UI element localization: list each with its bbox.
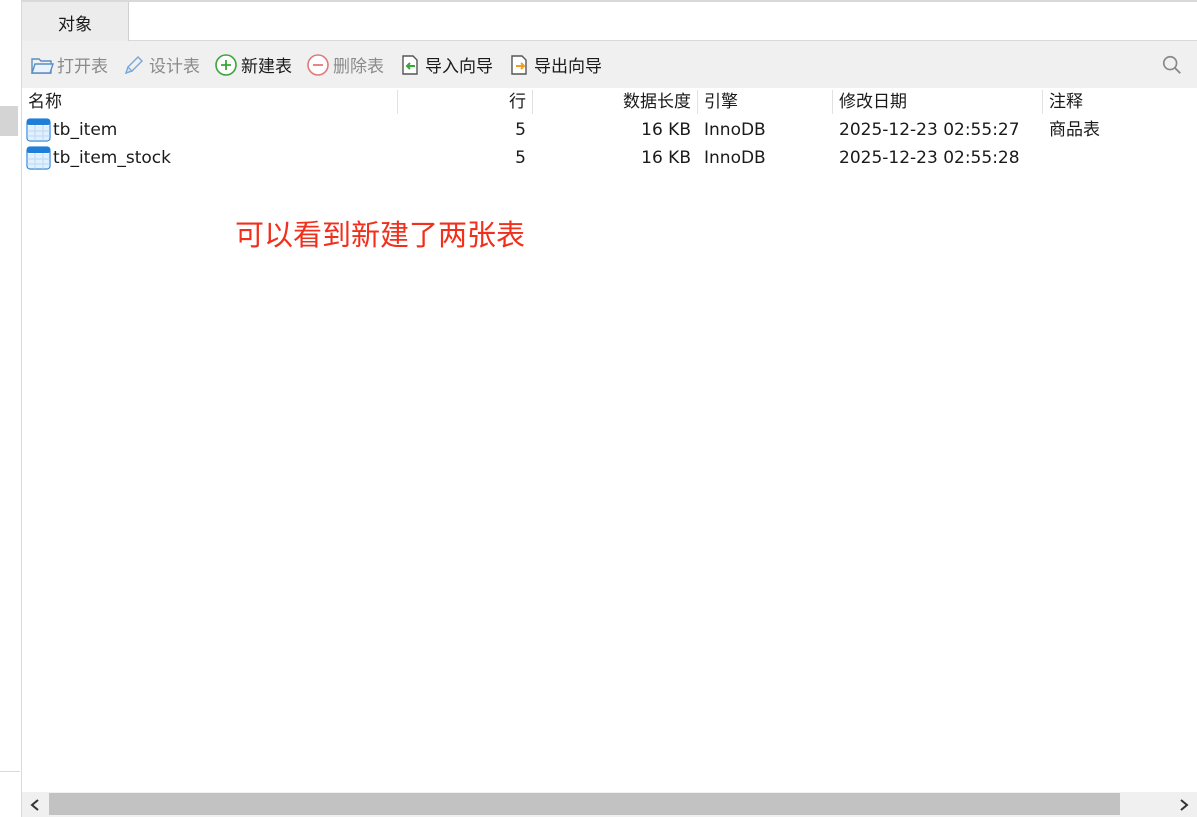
open-table-label: 打开表 xyxy=(57,57,108,77)
pencil-icon xyxy=(124,55,143,74)
table-comment xyxy=(1049,144,1189,172)
table-data-length: 16 KB xyxy=(641,120,691,140)
table-name: tb_item_stock xyxy=(53,148,171,168)
table-row[interactable]: tb_item 5 16 KB InnoDB 2025-12-23 02:55:… xyxy=(22,116,1197,144)
table-modified-date: 2025-12-23 02:55:28 xyxy=(839,148,1020,168)
table-engine: InnoDB xyxy=(704,148,766,168)
scroll-left-button[interactable] xyxy=(22,792,48,817)
search-icon[interactable] xyxy=(1161,54,1183,76)
plus-circle-icon xyxy=(215,53,237,76)
annotation-text: 可以看到新建了两张表 xyxy=(235,218,526,252)
table-data-length: 16 KB xyxy=(641,148,691,168)
table-icon xyxy=(26,146,51,170)
table-row[interactable]: tb_item_stock 5 16 KB InnoDB 2025-12-23 … xyxy=(22,144,1197,172)
minus-circle-icon xyxy=(307,53,329,76)
table-comment: 商品表 xyxy=(1049,120,1100,140)
folder-icon xyxy=(31,57,54,74)
toolbar: 打开表 设计表 新建表 删除表 导入向导 导出向导 xyxy=(22,41,1197,88)
new-table-label: 新建表 xyxy=(241,57,292,77)
table-header: 名称 行 数据长度 引擎 修改日期 注释 xyxy=(22,88,1197,116)
column-header-comment[interactable]: 注释 xyxy=(1049,88,1189,116)
column-header-modified-date[interactable]: 修改日期 xyxy=(839,88,1044,116)
design-table-button[interactable]: 设计表 xyxy=(122,50,200,80)
column-header-name[interactable]: 名称 xyxy=(28,88,398,116)
import-wizard-label: 导入向导 xyxy=(425,57,493,77)
table-row-count: 5 xyxy=(515,148,526,168)
open-table-button[interactable]: 打开表 xyxy=(30,50,108,80)
horizontal-scrollbar[interactable] xyxy=(22,792,1197,817)
tab-objects[interactable]: 对象 xyxy=(22,2,129,42)
export-wizard-button[interactable]: 导出向导 xyxy=(507,50,602,80)
chevron-right-icon xyxy=(1180,798,1189,811)
scrollbar-thumb[interactable] xyxy=(49,793,1120,815)
scroll-right-button[interactable] xyxy=(1171,792,1197,817)
import-icon xyxy=(402,54,418,75)
new-table-button[interactable]: 新建表 xyxy=(214,50,292,80)
column-header-data-length[interactable]: 数据长度 xyxy=(534,88,691,116)
table-engine: InnoDB xyxy=(704,120,766,140)
import-wizard-button[interactable]: 导入向导 xyxy=(398,50,493,80)
design-table-label: 设计表 xyxy=(149,57,200,77)
tab-bar: 对象 xyxy=(22,0,1197,42)
left-panel-edge xyxy=(0,0,22,817)
left-panel-divider xyxy=(0,771,20,772)
delete-table-button[interactable]: 删除表 xyxy=(306,50,384,80)
chevron-left-icon xyxy=(30,798,39,811)
table-row-count: 5 xyxy=(515,120,526,140)
table-name: tb_item xyxy=(53,120,118,140)
table-icon xyxy=(26,118,51,142)
objects-table: 名称 行 数据长度 引擎 修改日期 注释 tb_item 5 16 KB Inn… xyxy=(22,88,1197,172)
export-wizard-label: 导出向导 xyxy=(534,57,602,77)
left-panel-selection-marker xyxy=(0,106,18,136)
export-icon xyxy=(511,54,527,75)
delete-table-label: 删除表 xyxy=(333,57,384,77)
column-header-engine[interactable]: 引擎 xyxy=(704,88,829,116)
column-header-rows[interactable]: 行 xyxy=(398,88,526,116)
table-modified-date: 2025-12-23 02:55:27 xyxy=(839,120,1020,140)
